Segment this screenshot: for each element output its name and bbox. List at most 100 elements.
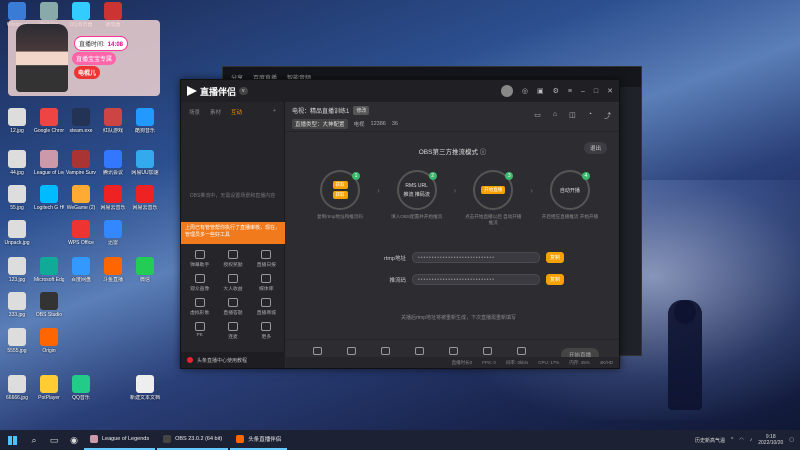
step-pill[interactable]: 开始直播: [481, 186, 506, 194]
stream-key-field[interactable]: ••••••••••••••••••••••••••••: [412, 274, 540, 285]
desktop-icon-label: Logitech G HUB: [34, 205, 64, 211]
notice-banner[interactable]: 上周已有管管帮你执行了直播审核，现在，管理员多一些好工具: [181, 222, 285, 244]
tool-item[interactable]: PK: [183, 322, 216, 340]
desktop-icon-label: 123.jpg: [8, 277, 26, 283]
close-icon[interactable]: ✕: [607, 87, 613, 95]
chevron-up-icon[interactable]: ^: [731, 437, 733, 443]
version-badge[interactable]: v: [239, 87, 248, 95]
taskbar-app[interactable]: League of Legends: [84, 430, 156, 450]
taskbar-app[interactable]: OBS 23.0.2 (64 bit): [157, 430, 229, 450]
desktop-icon[interactable]: QQ音乐: [66, 375, 96, 401]
desktop-icon[interactable]: 5555.jpg: [2, 328, 32, 354]
add-icon[interactable]: +: [273, 108, 276, 116]
desktop-icon[interactable]: Vampire Survivors: [66, 150, 96, 176]
volume-icon[interactable]: ♪: [750, 437, 753, 443]
tool-item[interactable]: 观众画像: [183, 274, 216, 292]
desktop-icon[interactable]: Microsoft Edge: [34, 257, 64, 283]
tool-item[interactable]: 直播日报: [250, 250, 283, 268]
desktop-icon[interactable]: 斗鱼直播: [98, 257, 128, 283]
desktop-icon[interactable]: OBS Studio: [34, 292, 64, 318]
settings-icon[interactable]: ⚙: [553, 87, 559, 95]
desktop-icon[interactable]: 酷狗音乐: [130, 108, 160, 134]
desktop-icon[interactable]: 网易UU加速: [130, 150, 160, 176]
desktop-icon[interactable]: 网易云音乐: [130, 185, 160, 211]
taskbar-app[interactable]: 头条直播伴侣: [230, 430, 288, 450]
tool-item[interactable]: 直播商城: [250, 298, 283, 316]
tab-scene[interactable]: 场景: [189, 108, 200, 116]
desktop-icon[interactable]: Google Chrome: [34, 108, 64, 134]
search-icon[interactable]: ⌕: [24, 430, 44, 450]
screen-icon[interactable]: ▭: [534, 111, 541, 121]
notification-icon[interactable]: ▢: [789, 437, 794, 443]
desktop-icon[interactable]: PotPlayer: [34, 375, 64, 401]
network-icon[interactable]: ◠: [739, 437, 743, 443]
desktop-icon[interactable]: 44.jpg: [2, 150, 32, 176]
app-icon: [8, 375, 26, 393]
user-avatar[interactable]: [500, 85, 513, 97]
desktop-icon[interactable]: steam.exe: [66, 108, 96, 134]
task-view-icon[interactable]: ▭: [44, 430, 64, 450]
desktop-icon[interactable]: 迅雷: [98, 220, 128, 246]
desktop-icon[interactable]: League of Legends: [34, 150, 64, 176]
step-pill[interactable]: 获取: [332, 191, 348, 199]
desktop-icon[interactable]: 红队游戏: [98, 108, 128, 134]
status-item: 4K/HD: [599, 360, 613, 365]
app-icon: [104, 108, 122, 126]
tab-material[interactable]: 素材: [210, 108, 221, 116]
lock-icon[interactable]: ⌂: [553, 111, 557, 121]
sidebar-footer[interactable]: 头条直播中心使用教程: [181, 352, 285, 368]
maximize-icon[interactable]: □: [594, 88, 598, 95]
desktop-icon[interactable]: Origin: [34, 328, 64, 354]
tool-item[interactable]: 授权奖励: [216, 250, 249, 268]
start-button[interactable]: [0, 430, 24, 450]
copy-rtmp-button[interactable]: 复制: [546, 252, 565, 263]
desktop-icon[interactable]: 新建文本文档: [130, 375, 160, 401]
chrome-icon[interactable]: ◉: [64, 430, 84, 450]
desktop-icon[interactable]: 微信: [130, 257, 160, 283]
desktop-icon[interactable]: 333.jpg: [2, 292, 32, 318]
tool-item[interactable]: 连麦: [216, 322, 249, 340]
bag-icon[interactable]: ▣: [537, 87, 544, 95]
desktop-icon[interactable]: 腾讯会议: [98, 150, 128, 176]
share-icon[interactable]: ⤴: [604, 111, 611, 121]
weather-text[interactable]: 历史新高气温: [695, 437, 725, 444]
live-time-label: 直播时间:: [79, 42, 105, 48]
bell-icon[interactable]: ◔: [588, 111, 592, 121]
desktop-icon[interactable]: 66666.jpg: [2, 375, 32, 401]
desktop-icon[interactable]: Logitech G HUB: [34, 185, 64, 211]
copy-key-button[interactable]: 复制: [546, 274, 565, 285]
tool-label: 观众画像: [190, 287, 210, 292]
tool-item[interactable]: 直播答题: [216, 298, 249, 316]
desktop-icon[interactable]: Unpack.jpg: [2, 220, 32, 246]
desktop-icon[interactable]: WeGame (2): [66, 185, 96, 211]
menu-icon[interactable]: ≡: [568, 88, 572, 95]
desktop-icon[interactable]: 百度网盘: [66, 257, 96, 283]
streamer-badge: 直播宝宝专属: [72, 52, 117, 65]
minimize-icon[interactable]: –: [581, 88, 585, 95]
desktop-icon[interactable]: WPS Office: [66, 220, 96, 246]
desktop-icon-label: 44.jpg: [10, 170, 24, 176]
tool-item[interactable]: 虚拟形象: [183, 298, 216, 316]
desktop-icon-label: 网易云音乐: [132, 205, 158, 211]
rtmp-field[interactable]: ••••••••••••••••••••••••••••: [412, 252, 540, 263]
clock[interactable]: 9:18 2022/10/20: [758, 434, 783, 446]
app-icon: [8, 108, 26, 126]
status-item: 内存: 45%: [569, 359, 590, 365]
help-icon[interactable]: ⓘ: [480, 149, 487, 156]
step-pill[interactable]: 获取: [332, 181, 348, 189]
desktop-icon[interactable]: 网易云音乐: [98, 185, 128, 211]
desktop-icon[interactable]: 123.jpg: [2, 257, 32, 283]
edit-tag[interactable]: 修改: [353, 106, 370, 115]
desktop-icon[interactable]: 12.jpg: [2, 108, 32, 134]
gift-icon[interactable]: ◫: [569, 111, 576, 121]
tab-interact[interactable]: 互动: [231, 108, 242, 116]
live-dot-icon: [187, 357, 193, 363]
tool-item[interactable]: 弹幕助手: [183, 250, 216, 268]
tool-item[interactable]: 更多: [250, 322, 283, 340]
tool-item[interactable]: 媒体库: [250, 274, 283, 292]
exit-button[interactable]: 退出: [583, 142, 607, 154]
room-category[interactable]: 直播类型：大神配置: [292, 119, 348, 129]
desktop-icon[interactable]: 55.jpg: [2, 185, 32, 211]
tool-item[interactable]: 大人收益: [216, 274, 249, 292]
headset-icon[interactable]: ◎: [522, 87, 528, 95]
